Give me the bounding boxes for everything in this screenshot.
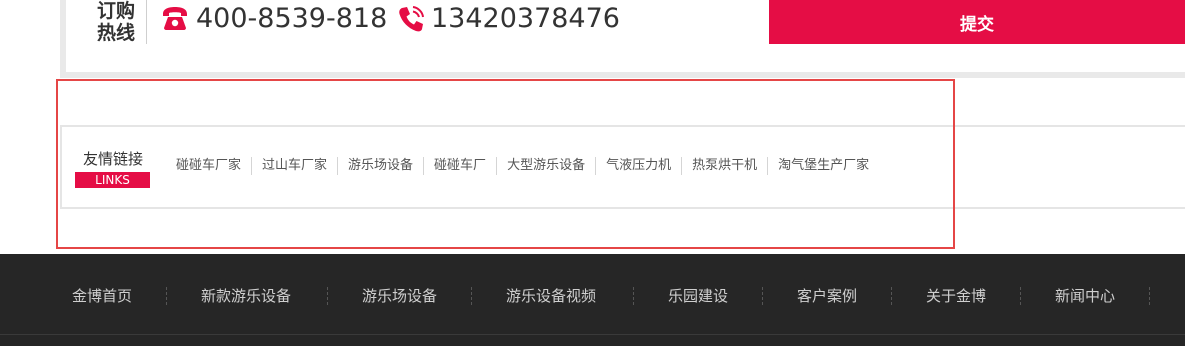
mobile-phone-icon	[399, 6, 424, 32]
friendly-link[interactable]: 气液压力机	[595, 157, 681, 175]
footer-nav-separator	[471, 287, 472, 305]
footer-nav-separator	[327, 287, 328, 305]
friendly-link[interactable]: 过山车厂家	[251, 157, 337, 175]
footer-nav-separator	[166, 287, 167, 305]
friendly-link[interactable]: 碰碰车厂	[423, 157, 496, 175]
friendly-links-list: 碰碰车厂家 过山车厂家 游乐场设备 碰碰车厂 大型游乐设备 气液压力机 热泵烘干…	[166, 157, 879, 175]
footer-nav-park-construction[interactable]: 乐园建设	[668, 284, 728, 308]
footer-nav-videos[interactable]: 游乐设备视频	[506, 284, 596, 308]
hotline-label: 订购热线	[96, 0, 135, 44]
hotline-left-border	[60, 0, 66, 78]
footer-nav-separator	[1149, 287, 1150, 305]
footer-nav-park-equipment[interactable]: 游乐场设备	[362, 284, 437, 308]
phone-icon	[163, 7, 187, 30]
footer-nav-separator	[1020, 287, 1021, 305]
friendly-link[interactable]: 游乐场设备	[337, 157, 423, 175]
hotline-bottom-border	[60, 72, 1185, 78]
friendly-link[interactable]: 大型游乐设备	[496, 157, 595, 175]
footer-nav-news[interactable]: 新闻中心	[1055, 284, 1115, 308]
links-title-en: LINKS	[75, 172, 150, 188]
footer-nav-separator	[762, 287, 763, 305]
friendly-link[interactable]: 淘气堡生产厂家	[767, 157, 879, 175]
hotline-divider	[146, 0, 147, 44]
footer-nav-new-equipment[interactable]: 新款游乐设备	[201, 284, 291, 308]
footer-nav-home[interactable]: 金博首页	[72, 284, 132, 308]
footer-nav-about[interactable]: 关于金博	[926, 284, 986, 308]
hotline-phone-number[interactable]: 400-8539-818	[196, 2, 387, 36]
footer-divider	[0, 334, 1185, 335]
hotline-mobile-number[interactable]: 13420378476	[431, 2, 620, 36]
links-title: 友情链接	[82, 150, 143, 168]
submit-button[interactable]: 提交	[769, 0, 1185, 44]
friendly-link[interactable]: 碰碰车厂家	[166, 157, 251, 175]
friendly-link[interactable]: 热泵烘干机	[681, 157, 767, 175]
footer-nav-separator	[633, 287, 634, 305]
footer-nav-separator	[891, 287, 892, 305]
footer-nav-cases[interactable]: 客户案例	[797, 284, 857, 308]
